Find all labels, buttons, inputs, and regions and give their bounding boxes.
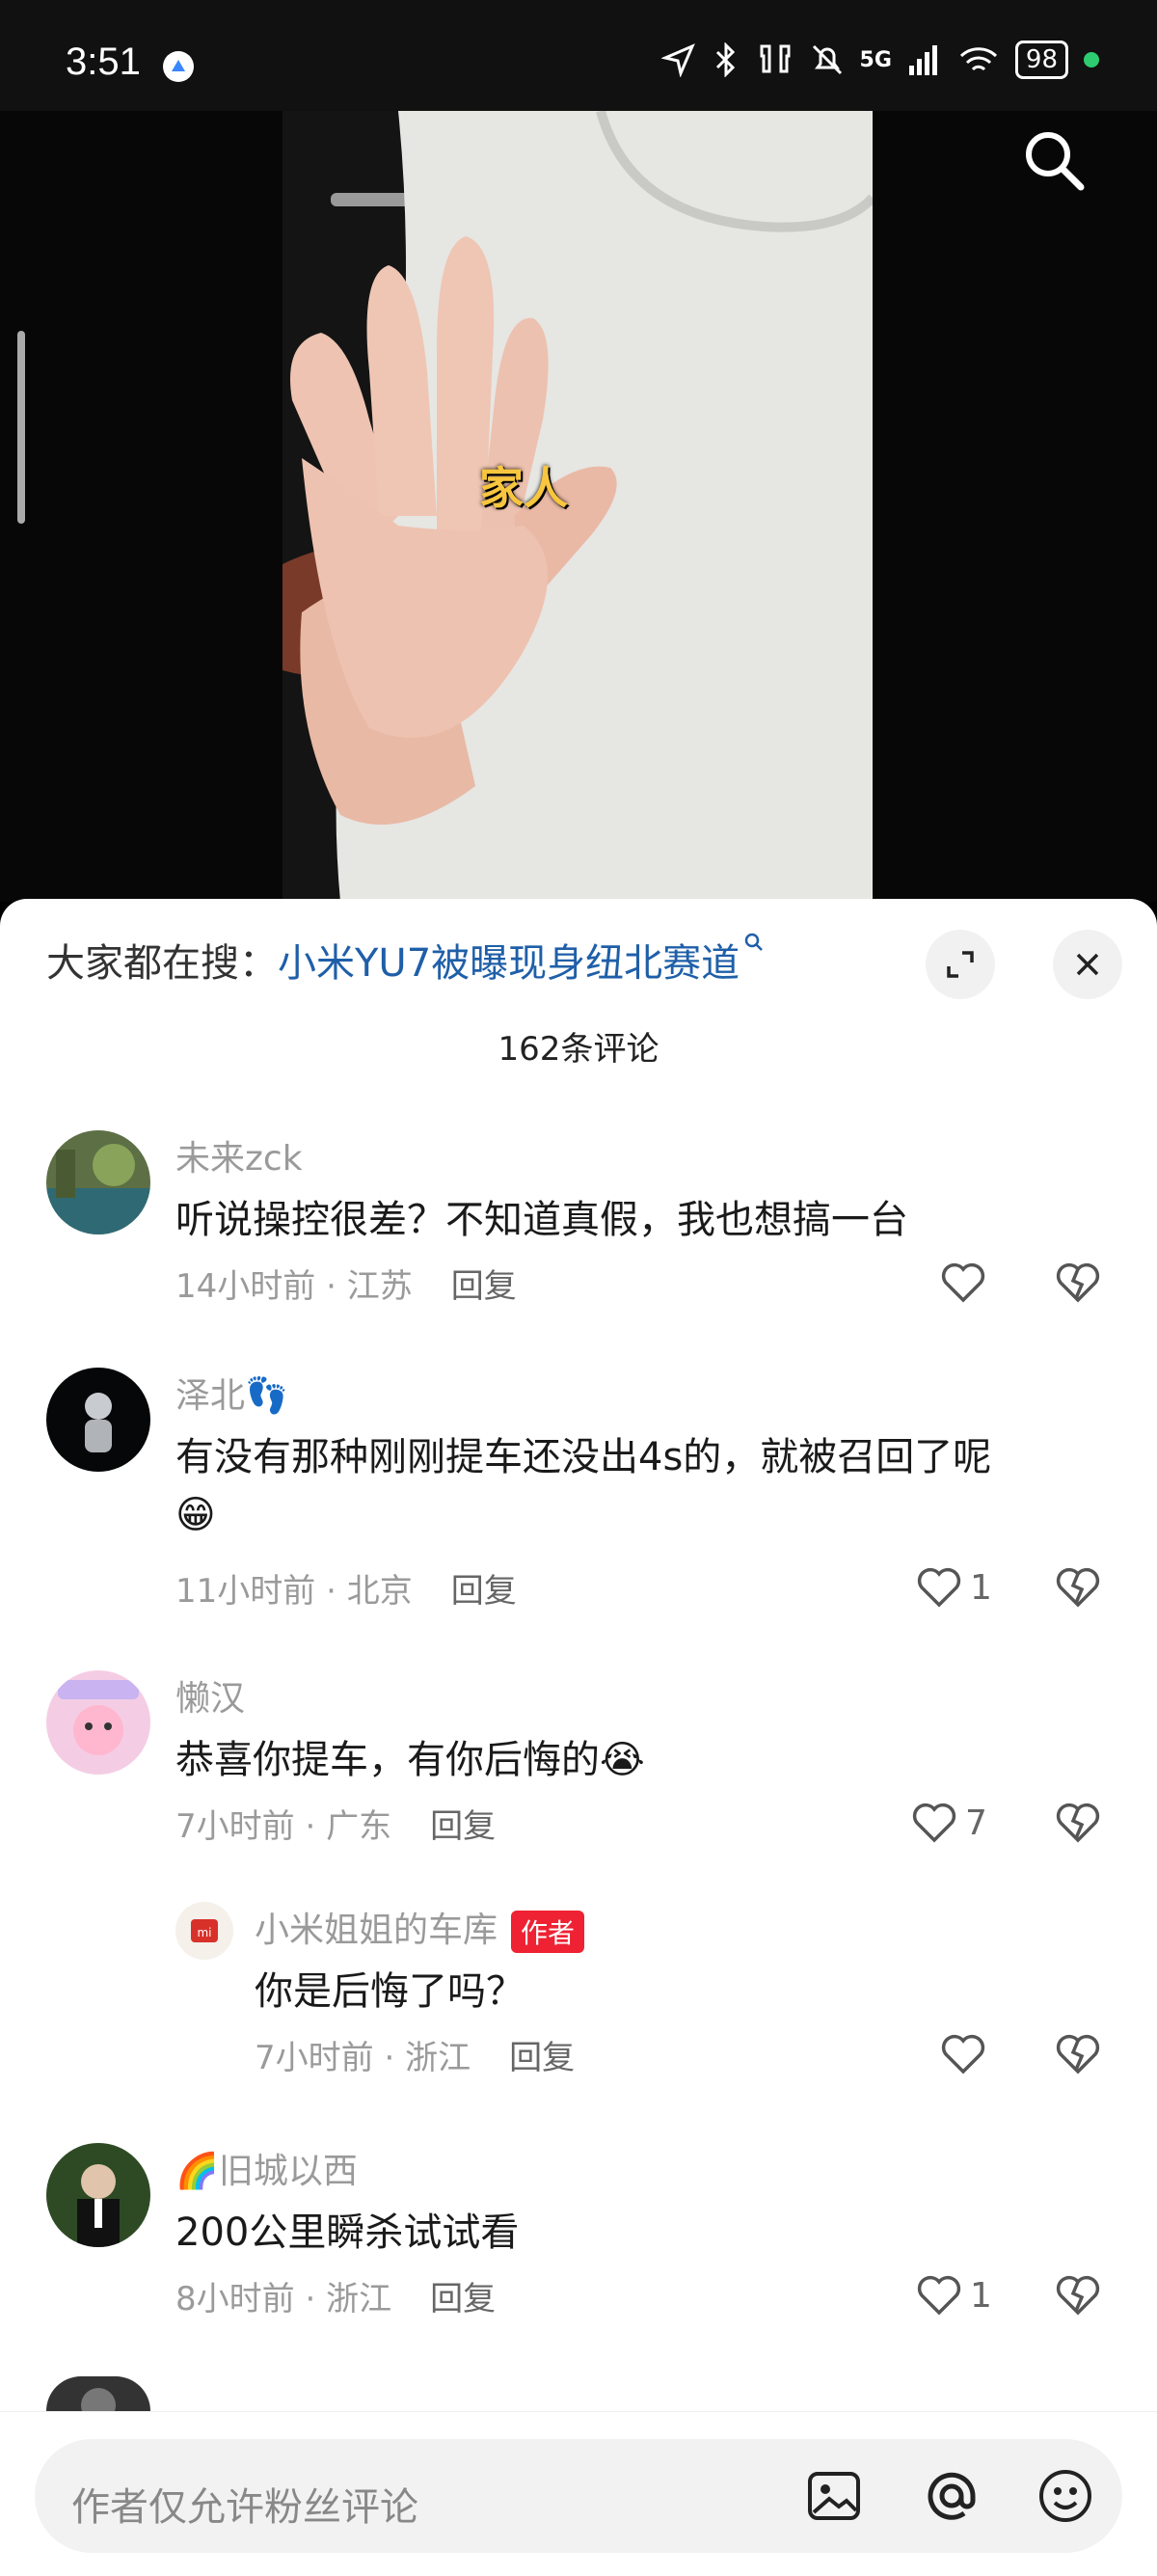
like-button[interactable] <box>940 2033 994 2075</box>
earbuds-icon <box>760 44 791 73</box>
dislike-icon[interactable] <box>1055 1566 1101 1609</box>
comment-input-placeholder: 作者仅允许粉丝评论 <box>71 2485 418 2530</box>
heart-icon <box>917 1567 961 1608</box>
status-icons: 5G 98 <box>660 41 1099 79</box>
battery-indicator: 98 <box>1014 41 1068 79</box>
like-button[interactable]: 1 <box>916 1566 992 1609</box>
heart-icon <box>941 1262 985 1303</box>
network-label: 5G <box>859 47 892 72</box>
comment-text: 听说操控很差？不知道真假，我也想搞一台 <box>175 1198 908 1242</box>
comment-author[interactable]: 未来zck <box>175 1130 303 1180</box>
signal-icon <box>908 45 937 75</box>
comment-author[interactable]: 泽北👣 <box>175 1368 288 1418</box>
dislike-icon[interactable] <box>1055 1802 1101 1844</box>
like-button[interactable] <box>940 1261 994 1304</box>
comment-input[interactable]: 作者仅允许粉丝评论 <box>35 2439 1122 2553</box>
video-caption: 家人 <box>479 462 568 514</box>
reply-button[interactable]: 回复 <box>509 2039 575 2077</box>
comment-location: 浙江 <box>326 2280 392 2318</box>
heart-icon <box>912 1803 956 1843</box>
video-side-left <box>0 111 283 902</box>
video-side-right <box>873 111 1157 902</box>
comment-input-bar: 作者仅允许粉丝评论 <box>0 2411 1157 2576</box>
video-still-image <box>283 111 873 902</box>
reply-author-name: 小米姐姐的车库 <box>255 1911 498 1950</box>
like-count: 7 <box>965 1803 987 1843</box>
avatar[interactable] <box>46 2143 150 2247</box>
comment-meta: 11小时前 · 北京 回复 <box>175 1572 517 1611</box>
bluetooth-icon <box>715 42 735 77</box>
comment-time: 11小时前 <box>175 1572 316 1611</box>
image-icon[interactable] <box>804 2466 864 2526</box>
like-button[interactable]: 7 <box>911 1802 987 1844</box>
reply-time: 7小时前 <box>255 2039 374 2077</box>
comment-time: 7小时前 <box>175 1807 295 1846</box>
heart-icon <box>941 2034 985 2074</box>
wifi-icon <box>959 47 997 71</box>
comment-meta: 14小时前 · 江苏 回复 <box>175 1267 517 1306</box>
close-button[interactable] <box>1053 930 1122 999</box>
avatar[interactable] <box>46 1368 150 1472</box>
mute-bell-icon <box>812 44 842 75</box>
search-icon[interactable] <box>1017 123 1090 197</box>
status-time: 3:51 <box>66 41 141 83</box>
reply-location: 浙江 <box>405 2039 471 2077</box>
comment-text: 恭喜你提车，有你后悔的😭 <box>175 1738 645 1782</box>
comment-sheet: 大家都在搜：小米YU7被曝现身纽北赛道 162条评论 未来zck 听说操控很差？… <box>0 899 1157 2575</box>
svg-text:mi: mi <box>197 1926 211 1939</box>
trending-prefix: 大家都在搜： <box>46 941 278 986</box>
like-button[interactable]: 1 <box>916 2274 992 2317</box>
comment-meta: 8小时前 · 浙江 回复 <box>175 2280 497 2318</box>
dislike-icon[interactable] <box>1055 1261 1101 1304</box>
comment-text: 200公里瞬杀试试看 <box>175 2210 520 2255</box>
avatar[interactable] <box>46 1130 150 1234</box>
avatar[interactable]: mi <box>175 1902 233 1960</box>
comment-meta: 7小时前 · 广东 回复 <box>175 1807 497 1846</box>
video-frame[interactable]: 家人 <box>283 111 873 902</box>
comment-author[interactable]: 🌈旧城以西 <box>175 2143 358 2193</box>
dislike-icon[interactable] <box>1055 2033 1101 2075</box>
trending-search[interactable]: 大家都在搜：小米YU7被曝现身纽北赛道 <box>46 932 765 988</box>
close-icon <box>1076 953 1099 976</box>
expand-icon <box>947 951 974 978</box>
reply-author[interactable]: 小米姐姐的车库 作者 <box>255 1902 585 1953</box>
privacy-dot <box>1084 52 1099 68</box>
comment-count: 162条评论 <box>498 1030 659 1069</box>
reply-button[interactable]: 回复 <box>430 1807 496 1846</box>
comment-location: 江苏 <box>346 1267 413 1306</box>
like-count: 1 <box>970 2275 992 2316</box>
comment-time: 14小时前 <box>175 1267 316 1306</box>
app-notification-icon <box>163 51 194 82</box>
avatar[interactable] <box>46 2376 150 2411</box>
comment-location: 广东 <box>326 1807 392 1846</box>
search-small-icon <box>744 933 764 951</box>
comment-text-emoji: 😁 <box>175 1493 216 1537</box>
emoji-icon[interactable] <box>1036 2466 1095 2526</box>
mention-icon[interactable] <box>922 2466 982 2526</box>
author-badge: 作者 <box>511 1911 585 1953</box>
location-icon <box>660 43 695 77</box>
like-count: 1 <box>970 1567 992 1608</box>
comment-location: 北京 <box>346 1572 413 1611</box>
reply-meta: 7小时前 · 浙江 回复 <box>255 2039 576 2077</box>
comment-time: 8小时前 <box>175 2280 295 2318</box>
expand-button[interactable] <box>926 930 995 999</box>
comment-text: 有没有那种刚刚提车还没出4s的，就被召回了呢 <box>175 1435 992 1479</box>
status-bar: 3:51 5G 98 <box>0 0 1157 111</box>
video-progress-handle[interactable] <box>17 331 25 524</box>
comment-author[interactable]: 懒汉 <box>175 1670 245 1721</box>
reply-text: 你是后悔了吗？ <box>255 1969 525 2014</box>
reply-button[interactable]: 回复 <box>451 1572 517 1611</box>
heart-icon <box>917 2275 961 2316</box>
dislike-icon[interactable] <box>1055 2274 1101 2317</box>
avatar[interactable] <box>46 1670 150 1775</box>
reply-button[interactable]: 回复 <box>451 1267 517 1306</box>
reply-button[interactable]: 回复 <box>430 2280 496 2318</box>
video-player[interactable]: 家人 <box>0 111 1157 902</box>
trending-query-link[interactable]: 小米YU7被曝现身纽北赛道 <box>278 941 740 986</box>
